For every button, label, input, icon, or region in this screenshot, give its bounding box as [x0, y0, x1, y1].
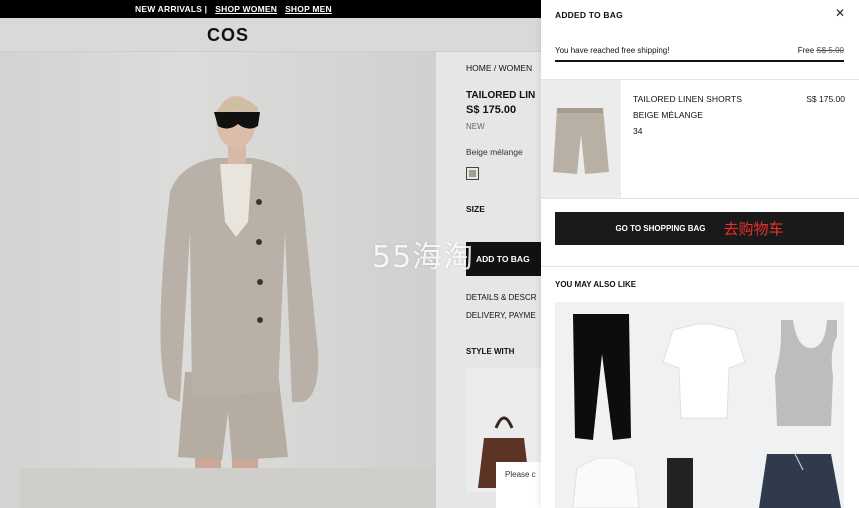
rec-white-tshirt[interactable] — [662, 323, 746, 419]
go-to-bag-label: GO TO SHOPPING BAG — [615, 224, 706, 233]
cart-item-image[interactable] — [541, 80, 621, 198]
shipping-message: You have reached free shipping! — [555, 46, 670, 55]
cart-item-name[interactable]: TAILORED LINEN SHORTS — [633, 94, 742, 104]
rec-white-longsleeve[interactable] — [572, 457, 640, 508]
promo-new-arrivals: NEW ARRIVALS | — [135, 4, 208, 14]
divider — [541, 198, 859, 199]
divider — [541, 266, 859, 267]
cos-logo[interactable]: COS — [207, 25, 249, 46]
breadcrumb[interactable]: HOME / WOMEN — [466, 63, 532, 73]
you-may-also-like-heading: YOU MAY ALSO LIKE — [555, 280, 637, 289]
details-link[interactable]: DETAILS & DESCR — [466, 293, 537, 302]
shipping-status: You have reached free shipping! Free S$ … — [555, 46, 844, 60]
rec-black-socks[interactable] — [667, 458, 693, 508]
add-to-bag-button[interactable]: ADD TO BAG — [466, 242, 546, 276]
cart-item-price: S$ 175.00 — [806, 94, 845, 104]
style-with-heading: STYLE WITH — [466, 347, 515, 356]
shipping-old-price: S$ 5.00 — [816, 46, 844, 55]
shorts-icon — [553, 108, 609, 174]
left-edge — [0, 52, 20, 508]
size-label[interactable]: SIZE — [466, 204, 485, 214]
product-price: S$ 175.00 — [466, 104, 517, 116]
drawer-title: ADDED TO BAG — [555, 10, 623, 20]
new-badge: NEW — [466, 122, 485, 131]
rec-grey-tank[interactable] — [775, 320, 837, 426]
recommendation-items — [572, 314, 841, 508]
shipping-price: Free S$ 5.00 — [798, 46, 844, 55]
delivery-link[interactable]: DELIVERY, PAYME — [466, 311, 536, 320]
floor — [20, 468, 436, 508]
close-icon[interactable]: ✕ — [835, 6, 845, 20]
go-to-shopping-bag-button[interactable]: GO TO SHOPPING BAG 去购物车 — [555, 212, 844, 245]
shop-women-link[interactable]: SHOP WOMEN — [215, 4, 277, 14]
shipping-progress-bar — [555, 60, 844, 62]
go-to-bag-chinese-label: 去购物车 — [723, 220, 784, 238]
cookie-notice: Please c — [496, 462, 546, 508]
cart-item-color: BEIGE MÉLANGE — [633, 110, 703, 120]
product-info-panel: HOME / WOMEN TAILORED LIN S$ 175.00 NEW … — [436, 52, 546, 508]
shop-men-link[interactable]: SHOP MEN — [285, 4, 332, 14]
rec-navy-shorts[interactable] — [759, 453, 841, 508]
color-name: Beige mélange — [466, 147, 523, 157]
shipping-free: Free — [797, 46, 815, 55]
rec-black-trousers[interactable] — [573, 314, 631, 440]
product-title: TAILORED LIN — [466, 90, 536, 101]
model-illustration — [160, 96, 319, 508]
cart-item-size: 34 — [633, 126, 643, 136]
color-swatch[interactable] — [466, 167, 479, 180]
added-to-bag-drawer: ADDED TO BAG ✕ You have reached free shi… — [541, 0, 859, 508]
recommendations-grid — [555, 302, 844, 508]
product-image[interactable] — [20, 52, 436, 508]
watermark-text: 55海淘 — [372, 240, 475, 275]
